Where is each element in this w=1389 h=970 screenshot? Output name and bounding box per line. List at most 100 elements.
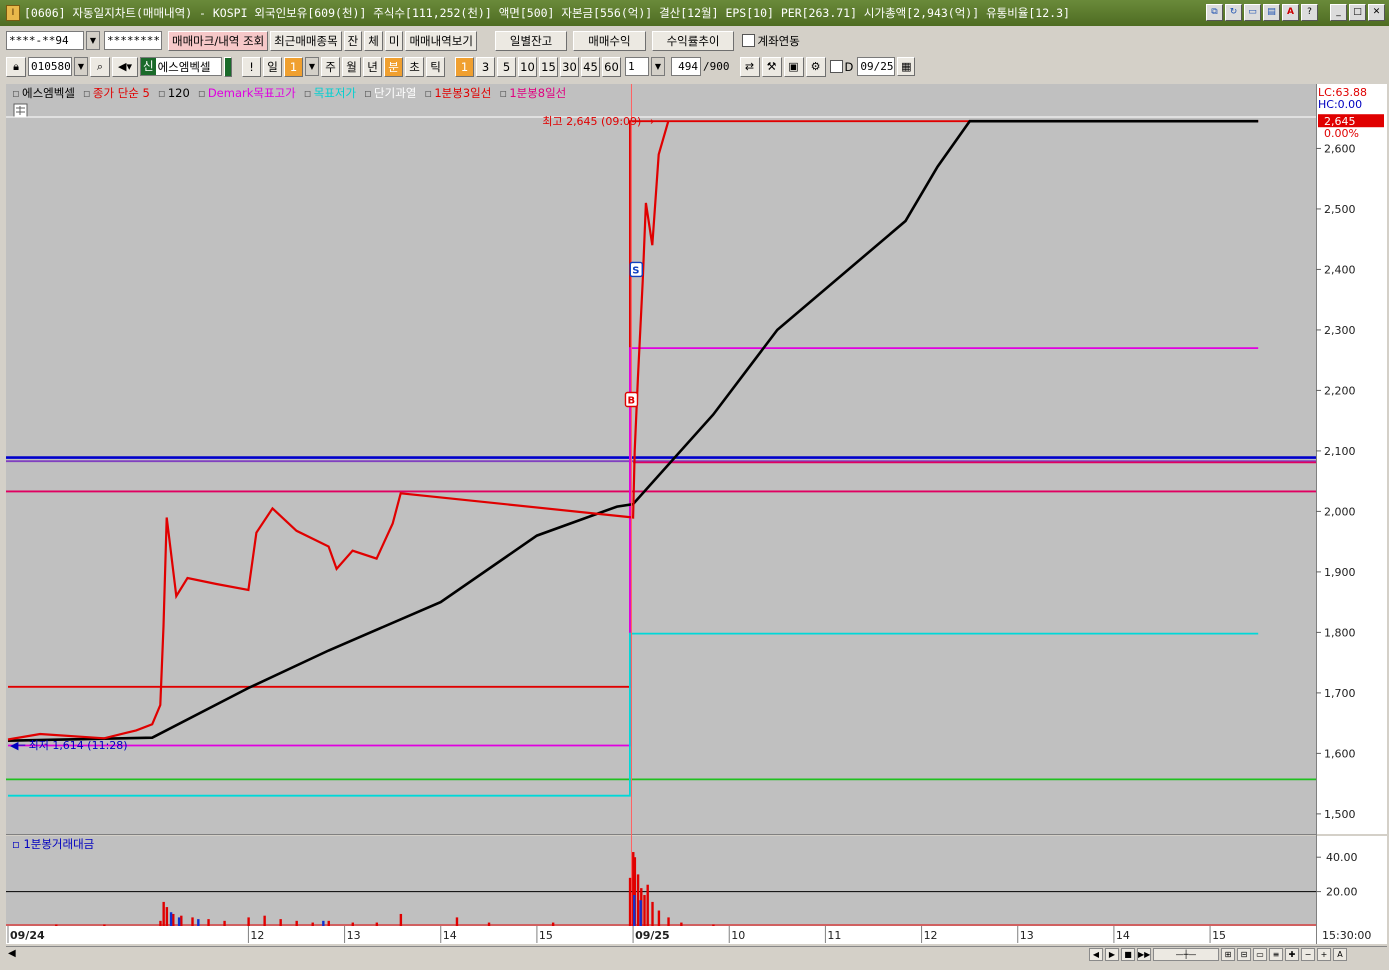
chart-config-icon[interactable]: ⚒ bbox=[761, 56, 782, 77]
period-minute-button[interactable]: 분 bbox=[384, 56, 403, 77]
layout-icon[interactable]: ⊞ bbox=[1221, 948, 1235, 961]
fast-forward-icon[interactable]: ▶▶ bbox=[1137, 948, 1151, 961]
speaker-icon[interactable]: ◀▾ bbox=[112, 56, 138, 77]
checkbox-box[interactable] bbox=[742, 34, 756, 47]
period-month-button[interactable]: 월 bbox=[342, 56, 361, 77]
period-year-button[interactable]: 년 bbox=[363, 56, 382, 77]
x-tick-label: 13 bbox=[1020, 929, 1034, 942]
font-icon[interactable]: A bbox=[1282, 4, 1299, 21]
x-tick-label: 14 bbox=[1116, 929, 1130, 942]
password-input[interactable]: ********* bbox=[104, 31, 162, 50]
volume-tick-label: 40.00 bbox=[1326, 851, 1358, 864]
trade-mark-button[interactable]: 매매마크/내역 조회 bbox=[168, 30, 269, 51]
zoom-in-icon[interactable]: + bbox=[1317, 948, 1331, 961]
mi-button[interactable]: 미 bbox=[384, 30, 404, 51]
save-icon[interactable]: ▣ bbox=[783, 56, 804, 77]
volume-bar bbox=[191, 917, 194, 926]
link-icon[interactable]: ⧉ bbox=[1206, 4, 1223, 21]
swap-icon[interactable]: ⇄ bbox=[739, 56, 760, 77]
interval-1-button[interactable]: 1 bbox=[455, 56, 474, 77]
hc-label: HC:0.00 bbox=[1318, 98, 1362, 111]
interval-10-button[interactable]: 10 bbox=[518, 56, 537, 77]
period-day-button[interactable]: 일 bbox=[263, 56, 282, 77]
help-icon[interactable]: ? bbox=[1301, 4, 1318, 21]
prev-icon[interactable]: ◀ bbox=[1089, 948, 1103, 961]
split-icon[interactable]: ⊟ bbox=[1237, 948, 1251, 961]
price-chart[interactable]: ▫ 에스엠벡셀 ▫ 종가 단순 5 ▫ 120 ▫ Demark목표고가 ▫ 목표저가 ▫ 단기과열 ▫… bbox=[6, 84, 1387, 946]
count-input[interactable]: 494 bbox=[671, 57, 701, 76]
x-tick-label: 11 bbox=[827, 929, 841, 942]
interval-60-button[interactable]: 60 bbox=[602, 56, 621, 77]
close-icon[interactable]: ✕ bbox=[1368, 4, 1385, 21]
legend: ▫ 에스엠벡셀 ▫ 종가 단순 5 ▫ 120 ▫ Demark목표고가 ▫ 목표저가 ▫ 단기과열 ▫… bbox=[12, 86, 566, 100]
stock-name-field[interactable]: 신 에스엠벡셀 bbox=[140, 57, 222, 76]
stop-icon[interactable]: ■ bbox=[1121, 948, 1135, 961]
chevron-down-icon[interactable]: ▼ bbox=[305, 57, 319, 76]
jan-button[interactable]: 잔 bbox=[343, 30, 363, 51]
calendar-icon[interactable]: ▦ bbox=[897, 57, 916, 76]
stock-code-input[interactable]: 010580 bbox=[28, 57, 72, 76]
screen-icon[interactable]: ▭ bbox=[1244, 4, 1261, 21]
sell-marker-label: S bbox=[632, 265, 639, 276]
window-icon[interactable]: ▭ bbox=[1253, 948, 1267, 961]
legend-item-1: 종가 단순 5 bbox=[93, 86, 150, 100]
trade-profit-button[interactable]: 매매수익 bbox=[573, 30, 646, 51]
time-axis-bg bbox=[6, 926, 1387, 944]
chevron-down-icon[interactable]: ▼ bbox=[74, 57, 88, 76]
minimize-icon[interactable]: _ bbox=[1330, 4, 1347, 21]
print-icon[interactable]: ▤ bbox=[1263, 4, 1280, 21]
date-input[interactable]: 09/25 bbox=[857, 57, 896, 76]
interval-input[interactable]: 1 bbox=[625, 57, 649, 76]
arrow-icon[interactable] bbox=[224, 56, 232, 77]
scroll-left-icon[interactable]: ◀ bbox=[8, 948, 16, 959]
chevron-down-icon[interactable]: ▼ bbox=[651, 57, 665, 76]
legend-dot: ▫ bbox=[158, 86, 166, 100]
interval-45-button[interactable]: 45 bbox=[581, 56, 600, 77]
x-tick-label: 10 bbox=[731, 929, 745, 942]
crosshair-icon[interactable]: ✚ bbox=[1285, 948, 1299, 961]
volume-bar bbox=[159, 920, 162, 926]
volume-bar bbox=[551, 922, 555, 926]
interval-3-button[interactable]: 3 bbox=[476, 56, 495, 77]
y-tick-label: 2,000 bbox=[1324, 505, 1356, 518]
chart-area[interactable]: ▫ 에스엠벡셀 ▫ 종가 단순 5 ▫ 120 ▫ Demark목표고가 ▫ 목표저가 ▫ 단기과열 ▫… bbox=[6, 84, 1387, 946]
period-tick-button[interactable]: 틱 bbox=[426, 56, 445, 77]
daily-balance-button[interactable]: 일별잔고 bbox=[494, 30, 568, 51]
zoom-out-icon[interactable]: − bbox=[1301, 948, 1315, 961]
trade-history-button[interactable]: 매매내역보기 bbox=[405, 30, 477, 51]
interval-15-button[interactable]: 15 bbox=[539, 56, 558, 77]
return-trend-button[interactable]: 수익률추이 bbox=[651, 30, 735, 51]
alert-button[interactable]: ! bbox=[242, 56, 261, 77]
account-input[interactable]: ****-**94 bbox=[6, 31, 84, 50]
volume-bar bbox=[180, 915, 183, 926]
chart-scrollbar[interactable]: ◀ ◀ ▶ ■ ▶▶ —┼— ⊞ ⊟ ▭ ≡ ✚ − + A bbox=[6, 946, 1387, 962]
che-button[interactable]: 체 bbox=[364, 30, 383, 51]
interval-5-button[interactable]: 5 bbox=[497, 56, 516, 77]
period-week-button[interactable]: 주 bbox=[321, 56, 340, 77]
date-label: D bbox=[844, 59, 854, 74]
zoom-slider[interactable]: —┼— bbox=[1153, 948, 1219, 961]
recent-stocks-button[interactable]: 최근매매종목 bbox=[270, 30, 342, 51]
text-icon[interactable]: A bbox=[1333, 948, 1347, 961]
volume-bar bbox=[643, 895, 646, 926]
interval-30-button[interactable]: 30 bbox=[560, 56, 579, 77]
play-icon[interactable]: ▶ bbox=[1105, 948, 1119, 961]
checkbox-box[interactable] bbox=[829, 60, 843, 73]
gear-icon[interactable]: ⚙ bbox=[805, 56, 826, 77]
period-day-count[interactable]: 1 bbox=[284, 56, 303, 77]
chevron-down-icon[interactable]: ▼ bbox=[86, 31, 100, 50]
volume-bar bbox=[646, 884, 649, 926]
lock-icon[interactable]: 🔒︎ bbox=[6, 56, 26, 77]
volume-bar bbox=[399, 913, 403, 926]
y-tick-label: 2,300 bbox=[1324, 324, 1356, 337]
list-icon[interactable]: ≡ bbox=[1269, 948, 1283, 961]
legend-item-0: 에스엠벡셀 bbox=[22, 86, 75, 100]
x-tick-label: 14 bbox=[443, 929, 457, 942]
search-icon[interactable]: ⌕ bbox=[90, 56, 110, 77]
account-link-checkbox[interactable]: 계좌연동 bbox=[742, 33, 800, 49]
maximize-icon[interactable]: □ bbox=[1349, 4, 1366, 21]
volume-bar-blue bbox=[639, 900, 642, 926]
period-second-button[interactable]: 초 bbox=[405, 56, 424, 77]
refresh-icon[interactable]: ↻ bbox=[1225, 4, 1242, 21]
date-checkbox[interactable]: D bbox=[829, 59, 854, 74]
